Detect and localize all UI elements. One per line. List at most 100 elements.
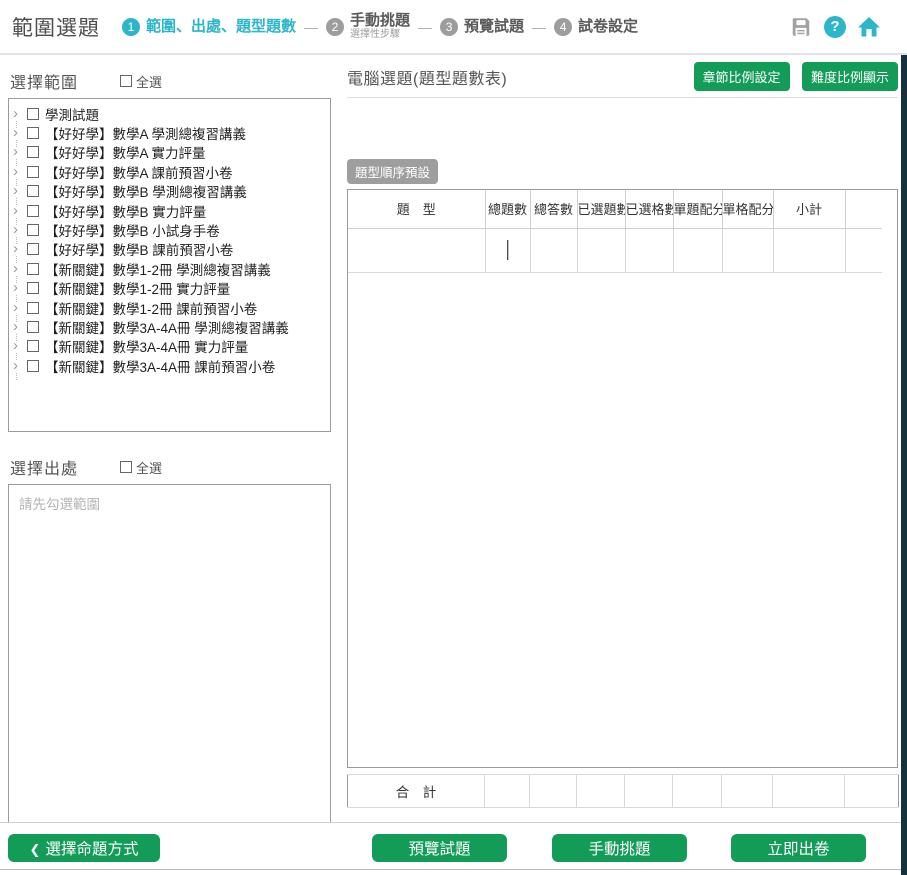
- chevron-right-icon[interactable]: ›: [13, 321, 27, 333]
- tree-item[interactable]: › 【新關鍵】數學1-2冊 課前預習小卷: [13, 298, 328, 317]
- chevron-right-icon[interactable]: ›: [13, 224, 27, 236]
- chevron-right-icon[interactable]: ›: [13, 146, 27, 158]
- tree-item[interactable]: › 【好好學】數學B 學測總複習講義: [13, 182, 328, 201]
- step-separator: —: [304, 19, 318, 35]
- tree-item-checkbox[interactable]: [27, 340, 39, 352]
- tree-item[interactable]: › 學測試題: [13, 104, 328, 123]
- tree-item[interactable]: › 【好好學】數學B 課前預習小卷: [13, 240, 328, 259]
- step-3[interactable]: 3預覽試題: [440, 18, 524, 36]
- step-label-stack: 預覽試題: [464, 18, 524, 35]
- tree-item-checkbox[interactable]: [27, 146, 39, 158]
- table-cell[interactable]: [625, 228, 673, 272]
- step-number-circle: 4: [554, 18, 572, 36]
- tree-item-checkbox[interactable]: [27, 127, 39, 139]
- tree-item-checkbox[interactable]: [27, 360, 39, 372]
- step-separator: —: [532, 19, 546, 35]
- tree-item-checkbox[interactable]: [27, 224, 39, 236]
- step-4[interactable]: 4 試卷設定: [554, 18, 638, 36]
- tree-item-checkbox[interactable]: [27, 282, 39, 294]
- tree-item-label: 【好好學】數學B 課前預習小卷: [45, 239, 233, 259]
- total-value-cell: [845, 775, 899, 808]
- save-icon[interactable]: [789, 15, 813, 39]
- table-header-cell: 單格配分: [722, 190, 773, 228]
- preview-questions-button[interactable]: 預覽試題: [372, 834, 507, 862]
- total-value-cell: [773, 775, 845, 808]
- range-section-head: 選擇範圍 全選: [10, 68, 331, 94]
- chevron-right-icon[interactable]: ›: [13, 302, 27, 314]
- chevron-right-icon[interactable]: ›: [13, 185, 27, 197]
- tree-item[interactable]: › 【新關鍵】數學1-2冊 學測總複習講義: [13, 259, 328, 278]
- table-cell[interactable]: [722, 228, 773, 272]
- chevron-right-icon[interactable]: ›: [13, 108, 27, 120]
- table-header-cell: 已選格數: [625, 190, 673, 228]
- tree-item[interactable]: › 【新關鍵】數學3A-4A冊 實力評量: [13, 337, 328, 356]
- chevron-right-icon[interactable]: ›: [13, 263, 27, 275]
- generate-paper-button[interactable]: 立即出卷: [731, 834, 866, 862]
- tree-item[interactable]: › 【新關鍵】數學1-2冊 實力評量: [13, 279, 328, 298]
- table-cell[interactable]: [845, 228, 882, 272]
- tree-item[interactable]: › 【好好學】數學A 課前預習小卷: [13, 162, 328, 181]
- table-cell[interactable]: [485, 228, 530, 272]
- right-panel: 電腦選題(題型題數表) 章節比例設定 難度比例顯示 題型順序預設 題 型總題數總…: [347, 60, 898, 808]
- table-cell[interactable]: [673, 228, 722, 272]
- chevron-right-icon[interactable]: ›: [13, 205, 27, 217]
- table-cell[interactable]: [773, 228, 845, 272]
- step-label: 試卷設定: [578, 18, 638, 35]
- tree-item[interactable]: › 【好好學】數學A 學測總複習講義: [13, 123, 328, 142]
- table-header-cell: 題 型: [348, 190, 485, 228]
- difficulty-ratio-button[interactable]: 難度比例顯示: [802, 62, 898, 91]
- tree-item-checkbox[interactable]: [27, 302, 39, 314]
- help-icon[interactable]: ?: [824, 16, 846, 38]
- window-edge: [901, 55, 907, 875]
- select-all-range-label: 全選: [136, 72, 162, 91]
- tree-item-label: 【好好學】數學A 學測總複習講義: [45, 123, 246, 143]
- table-cell[interactable]: [577, 228, 625, 272]
- step-label: 手動挑題: [350, 12, 410, 29]
- back-button-label: 選擇命題方式: [45, 841, 138, 858]
- tree-item[interactable]: › 【好好學】數學A 實力評量: [13, 143, 328, 162]
- tree-item-checkbox[interactable]: [27, 263, 39, 275]
- tree-item-checkbox[interactable]: [27, 205, 39, 217]
- chevron-right-icon[interactable]: ›: [13, 340, 27, 352]
- step-sublabel: 選擇性步驟: [350, 29, 410, 41]
- source-section-title: 選擇出處: [10, 455, 78, 479]
- select-all-source[interactable]: 全選: [120, 458, 162, 477]
- tree-item-checkbox[interactable]: [27, 321, 39, 333]
- home-icon[interactable]: [857, 15, 881, 39]
- tree-item-checkbox[interactable]: [27, 166, 39, 178]
- chevron-right-icon[interactable]: ›: [13, 127, 27, 139]
- step-2[interactable]: 2手動挑題選擇性步驟: [326, 12, 410, 41]
- chapter-ratio-button[interactable]: 章節比例設定: [694, 62, 790, 91]
- select-all-source-checkbox[interactable]: [120, 461, 132, 473]
- table-header-cell: 總題數: [485, 190, 530, 228]
- tree-item-checkbox[interactable]: [27, 185, 39, 197]
- tree-item[interactable]: › 【新關鍵】數學3A-4A冊 課前預習小卷: [13, 356, 328, 375]
- chevron-right-icon[interactable]: ›: [13, 360, 27, 372]
- question-type-table: 題 型總題數總答數已選題數已選格數單題配分單格配分小計: [348, 190, 882, 273]
- page-title: 範圍選題: [12, 12, 100, 42]
- tree-item[interactable]: › 【好好學】數學B 實力評量: [13, 201, 328, 220]
- step-1[interactable]: 1範圍、出處、題型題數: [122, 18, 296, 36]
- type-order-default-button[interactable]: 題型順序預設: [347, 159, 438, 184]
- tree-item-label: 【好好學】數學A 課前預習小卷: [45, 162, 233, 182]
- tree-item-checkbox[interactable]: [27, 108, 39, 120]
- total-value-cell: [485, 775, 530, 808]
- footer-bar: ❮選擇命題方式 預覽試題 手動挑題 立即出卷: [0, 822, 907, 870]
- back-to-method-button[interactable]: ❮選擇命題方式: [8, 834, 160, 862]
- select-all-range[interactable]: 全選: [120, 72, 162, 91]
- tree-item[interactable]: › 【新關鍵】數學3A-4A冊 學測總複習講義: [13, 317, 328, 336]
- step-separator: —: [418, 19, 432, 35]
- table-cell[interactable]: [530, 228, 577, 272]
- tree-item[interactable]: › 【好好學】數學B 小試身手卷: [13, 220, 328, 239]
- select-all-range-checkbox[interactable]: [120, 75, 132, 87]
- ratio-buttons: 章節比例設定 難度比例顯示: [686, 62, 898, 91]
- left-panel: 選擇範圍 全選 › 學測試題 › 【好好學】數學A 學測總複習講義 › 【好好學…: [8, 60, 331, 829]
- chevron-right-icon[interactable]: ›: [13, 282, 27, 294]
- table-cell[interactable]: [348, 228, 485, 272]
- tree-item-checkbox[interactable]: [27, 243, 39, 255]
- range-tree: › 學測試題 › 【好好學】數學A 學測總複習講義 › 【好好學】數學A 實力評…: [8, 98, 331, 432]
- manual-pick-button[interactable]: 手動挑題: [552, 834, 687, 862]
- chevron-right-icon[interactable]: ›: [13, 166, 27, 178]
- step-label-stack: 手動挑題選擇性步驟: [350, 12, 410, 41]
- chevron-right-icon[interactable]: ›: [13, 243, 27, 255]
